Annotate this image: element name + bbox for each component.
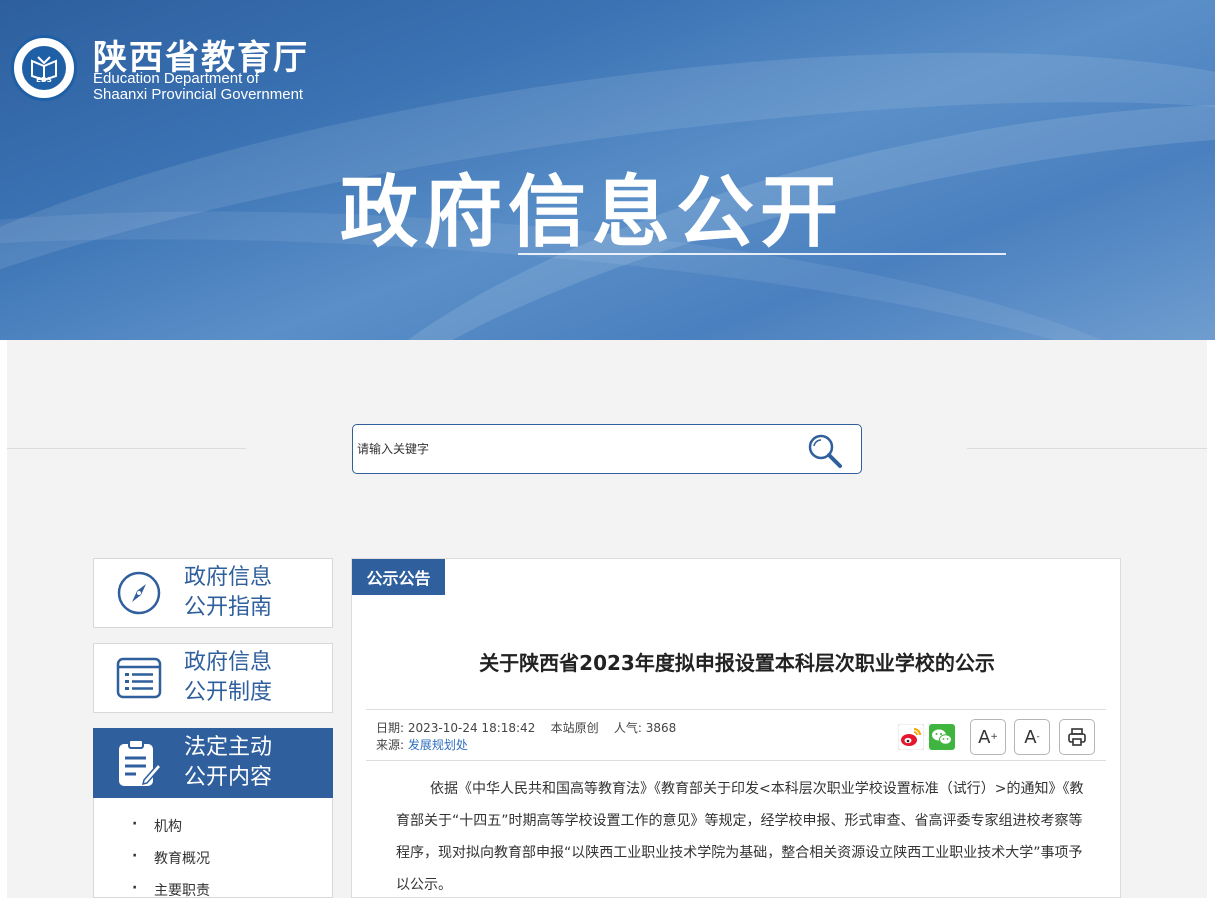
font-increase-label: A (978, 726, 991, 748)
logo-label: EDS (36, 76, 52, 84)
main-area: 政府信息 公开指南 政府信息 公开制度 (7, 340, 1207, 898)
page-title: 政府信息公开 (340, 168, 845, 258)
search-input[interactable] (357, 433, 787, 465)
divider (366, 709, 1106, 710)
sidebar-item-label: 政府信息 (184, 650, 273, 675)
sidebar-sub-item-overview[interactable]: 教育概况 (132, 848, 210, 868)
sidebar-sub-item-institution[interactable]: 机构 (132, 816, 182, 836)
divider (7, 448, 246, 449)
article-source: 来源: 发展规划处 (376, 736, 468, 753)
date-label: 日期: (376, 721, 405, 735)
search-icon[interactable] (805, 431, 845, 471)
font-decrease-label: A (1024, 726, 1037, 748)
sidebar-item-label: 公开指南 (184, 595, 273, 620)
divider (366, 760, 1106, 761)
article-date: 2023-10-24 18:18:42 (407, 721, 536, 735)
search-bar (352, 424, 862, 474)
printer-icon (1068, 728, 1086, 746)
department-logo-icon[interactable]: EDS (11, 35, 77, 101)
source-label: 来源: (376, 738, 405, 752)
font-decrease-button[interactable]: A- (1014, 719, 1050, 755)
print-button[interactable] (1059, 719, 1095, 755)
source-link[interactable]: 发展规划处 (408, 738, 468, 752)
compass-icon (117, 571, 161, 615)
sidebar-item-statutory[interactable]: 法定主动 公开内容 (93, 728, 333, 798)
article-meta: 日期: 2023-10-24 18:18:42 本站原创 人气: 3868 (376, 719, 676, 736)
article-body: 依据《中华人民共和国高等教育法》《教育部关于印发<本科层次职业学校设置标准（试行… (396, 781, 1084, 893)
sidebar-sub-item-duties[interactable]: 主要职责 (132, 880, 210, 898)
header-banner: EDS 陕西省教育厅 Education Department of Shaan… (0, 0, 1215, 340)
article-title: 关于陕西省2023年度拟申报设置本科层次职业学校的公示 (479, 651, 995, 675)
sidebar-item-label: 公开内容 (184, 765, 273, 790)
weibo-icon[interactable] (897, 723, 925, 751)
list-icon (116, 657, 162, 699)
divider (967, 448, 1207, 449)
org-name-en-line1: Education Department of (93, 70, 259, 87)
sidebar-item-label: 政府信息 (184, 565, 273, 590)
sidebar-item-label: 法定主动 (184, 735, 273, 760)
sidebar-item-system[interactable]: 政府信息 公开制度 (93, 643, 333, 713)
sidebar-item-guide[interactable]: 政府信息 公开指南 (93, 558, 333, 628)
sidebar-item-label: 公开制度 (184, 680, 273, 705)
wechat-icon[interactable] (929, 724, 955, 750)
sidebar-sub-list: 机构 教育概况 主要职责 (93, 798, 333, 898)
view-count: 3868 (645, 721, 677, 735)
clipboard-edit-icon (119, 739, 162, 786)
title-underline (518, 253, 1006, 255)
font-increase-button[interactable]: A + (970, 719, 1006, 755)
article-panel: 公示公告 关于陕西省2023年度拟申报设置本科层次职业学校的公示 日期: 202… (351, 558, 1121, 898)
category-tag: 公示公告 (352, 559, 445, 595)
org-name-en-line2: Shaanxi Provincial Government (93, 86, 304, 103)
article-origin: 本站原创 (550, 721, 599, 735)
views-label: 人气: (613, 721, 642, 735)
